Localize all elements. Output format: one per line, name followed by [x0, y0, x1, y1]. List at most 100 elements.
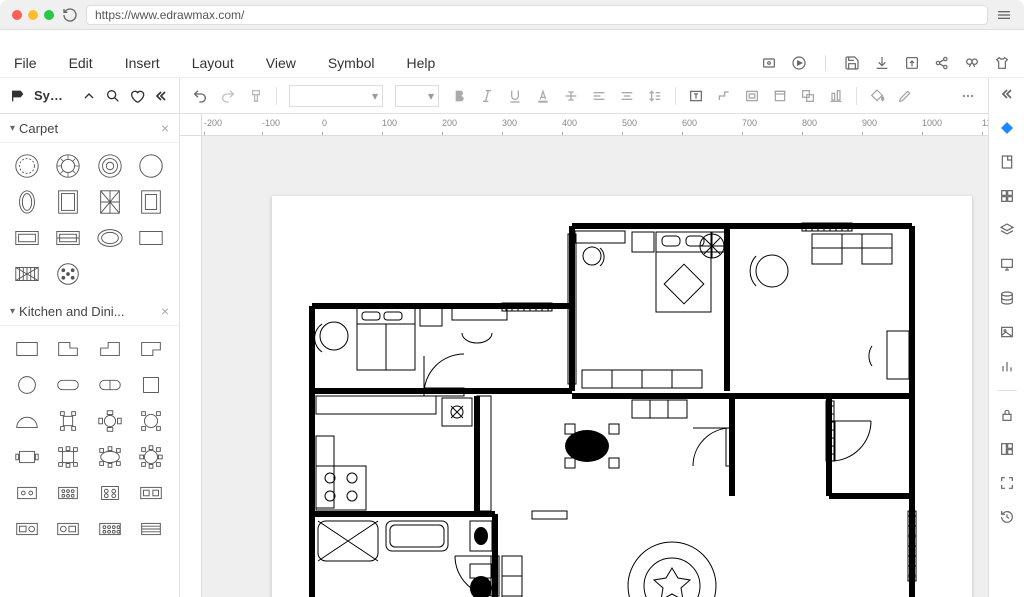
menu-help[interactable]: Help: [407, 55, 436, 71]
chart-icon[interactable]: [997, 356, 1017, 376]
align-left-icon[interactable]: [591, 88, 607, 104]
shape[interactable]: [93, 514, 127, 544]
shape[interactable]: [51, 223, 85, 253]
shape[interactable]: [51, 151, 85, 181]
shape[interactable]: [93, 334, 127, 364]
shape[interactable]: [93, 187, 127, 217]
hamburger-icon[interactable]: [996, 7, 1012, 23]
panel-header-kitchen[interactable]: ▾ Kitchen and Dini... ×: [0, 297, 179, 326]
search-icon[interactable]: [105, 88, 121, 104]
shape[interactable]: [51, 514, 85, 544]
canvas[interactable]: [202, 136, 988, 597]
menu-edit[interactable]: Edit: [69, 55, 93, 71]
tshirt-icon[interactable]: [994, 55, 1010, 71]
shape[interactable]: [10, 151, 44, 181]
shape[interactable]: [134, 478, 168, 508]
menu-symbol[interactable]: Symbol: [328, 55, 375, 71]
text-box-icon[interactable]: [688, 88, 704, 104]
shape[interactable]: [134, 334, 168, 364]
close-window-button[interactable]: [12, 10, 22, 20]
heart-icon[interactable]: [129, 88, 145, 104]
shape[interactable]: [134, 151, 168, 181]
collapse-left-icon[interactable]: [153, 88, 169, 104]
shape[interactable]: [93, 370, 127, 400]
shape[interactable]: [93, 442, 127, 472]
page-panel-icon[interactable]: [997, 152, 1017, 172]
frame-icon[interactable]: [772, 88, 788, 104]
export-icon[interactable]: [904, 55, 920, 71]
menu-file[interactable]: File: [14, 55, 37, 71]
lock-panel-icon[interactable]: [997, 405, 1017, 425]
shape[interactable]: [51, 370, 85, 400]
properties-icon[interactable]: [997, 439, 1017, 459]
slideshow-icon[interactable]: [997, 254, 1017, 274]
shape[interactable]: [10, 259, 44, 289]
close-panel-icon[interactable]: ×: [161, 303, 169, 319]
collapse-right-icon[interactable]: [997, 84, 1017, 104]
maximize-window-button[interactable]: [44, 10, 54, 20]
more-icon[interactable]: [960, 88, 976, 104]
shape[interactable]: [51, 187, 85, 217]
grid-panel-icon[interactable]: [997, 186, 1017, 206]
play-icon[interactable]: [791, 55, 807, 71]
shape[interactable]: [134, 406, 168, 436]
redo-icon[interactable]: [220, 88, 236, 104]
shape[interactable]: [51, 406, 85, 436]
align-center-icon[interactable]: [619, 88, 635, 104]
undo-icon[interactable]: [192, 88, 208, 104]
shape[interactable]: [134, 442, 168, 472]
collapse-up-icon[interactable]: [81, 88, 97, 104]
fullscreen-icon[interactable]: [997, 473, 1017, 493]
shape[interactable]: [134, 370, 168, 400]
size-select[interactable]: ▾: [395, 85, 439, 107]
font-select[interactable]: ▾: [289, 85, 383, 107]
line-spacing-icon[interactable]: [647, 88, 663, 104]
history-icon[interactable]: [997, 507, 1017, 527]
pencil-icon[interactable]: [897, 88, 913, 104]
shape[interactable]: [93, 223, 127, 253]
database-icon[interactable]: [997, 288, 1017, 308]
menu-insert[interactable]: Insert: [125, 55, 160, 71]
panel-header-carpet[interactable]: ▾ Carpet ×: [0, 114, 179, 143]
shape[interactable]: [10, 370, 44, 400]
shape[interactable]: [10, 187, 44, 217]
container-icon[interactable]: [744, 88, 760, 104]
shape[interactable]: [10, 334, 44, 364]
close-panel-icon[interactable]: ×: [161, 120, 169, 136]
shape[interactable]: [10, 223, 44, 253]
shape[interactable]: [51, 442, 85, 472]
shape[interactable]: [93, 478, 127, 508]
shape[interactable]: [51, 259, 85, 289]
find-icon[interactable]: [964, 55, 980, 71]
shape[interactable]: [93, 151, 127, 181]
shape[interactable]: [10, 514, 44, 544]
connector-icon[interactable]: [716, 88, 732, 104]
bold-icon[interactable]: [451, 88, 467, 104]
screenshot-icon[interactable]: [761, 55, 777, 71]
underline-icon[interactable]: [507, 88, 523, 104]
floorplan-page[interactable]: [272, 196, 972, 597]
font-color-icon[interactable]: [535, 88, 551, 104]
style-panel-icon[interactable]: [997, 118, 1017, 138]
group-icon[interactable]: [800, 88, 816, 104]
download-icon[interactable]: [874, 55, 890, 71]
fill-icon[interactable]: [869, 88, 885, 104]
url-bar[interactable]: https://www.edrawmax.com/: [86, 5, 988, 25]
shape[interactable]: [51, 478, 85, 508]
shape[interactable]: [134, 514, 168, 544]
save-icon[interactable]: [844, 55, 860, 71]
refresh-icon[interactable]: [62, 7, 78, 23]
format-painter-icon[interactable]: [248, 88, 264, 104]
shape[interactable]: [10, 406, 44, 436]
menu-layout[interactable]: Layout: [192, 55, 234, 71]
library-icon[interactable]: [10, 88, 26, 104]
shape[interactable]: [93, 406, 127, 436]
strikethrough-icon[interactable]: [563, 88, 579, 104]
align-objects-icon[interactable]: [828, 88, 844, 104]
shape[interactable]: [134, 187, 168, 217]
shape[interactable]: [51, 334, 85, 364]
image-icon[interactable]: [997, 322, 1017, 342]
italic-icon[interactable]: [479, 88, 495, 104]
share-icon[interactable]: [934, 55, 950, 71]
shape[interactable]: [10, 478, 44, 508]
